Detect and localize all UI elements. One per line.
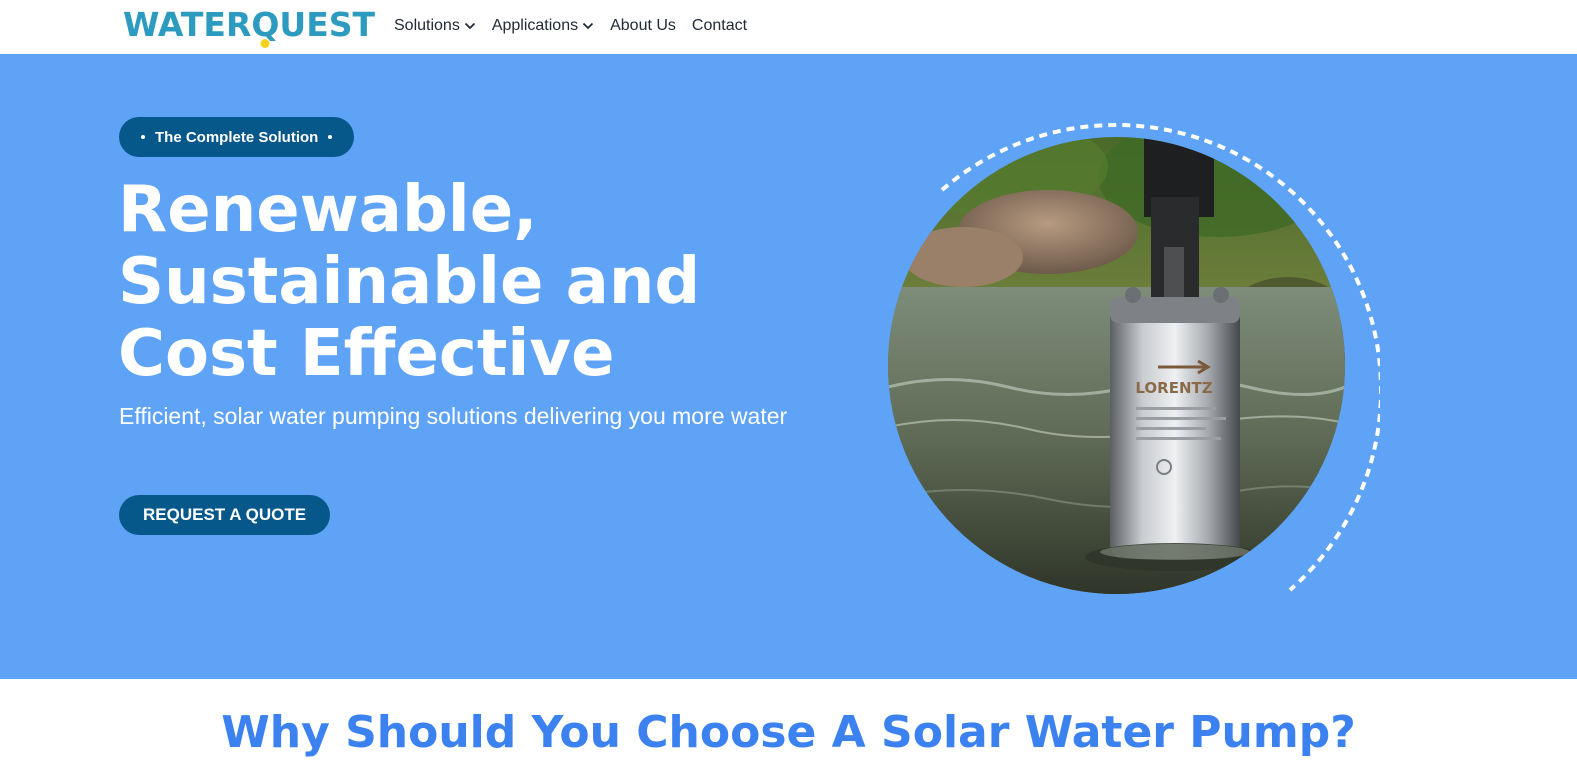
hero-headline-line: Sustainable and <box>118 245 701 319</box>
nav-item-label: Applications <box>491 17 579 34</box>
logo-water-drop-icon <box>260 38 270 48</box>
wateroquest-logo[interactable]: WATER Q UEST <box>123 4 376 48</box>
submersible-pump-photo: LORENTZ <box>888 137 1345 594</box>
chevron-down-icon <box>582 20 594 32</box>
pump-in-stream-image: LORENTZ <box>888 137 1345 594</box>
hero-visual: LORENTZ <box>880 114 1380 604</box>
request-quote-button[interactable]: REQUEST A QUOTE <box>119 495 331 535</box>
nav-item-label: Solutions <box>394 17 460 34</box>
nav-item-solutions[interactable]: Solutions <box>394 14 476 38</box>
nav-item-label: About Us <box>610 17 676 34</box>
why-solar-section: Why Should You Choose A Solar Water Pump… <box>0 679 1577 771</box>
hero-section: The Complete Solution Renewable, Sustain… <box>0 54 1577 679</box>
hero-headline: Renewable, Sustainable and Cost Effectiv… <box>118 174 818 390</box>
nav-item-about-us[interactable]: About Us <box>610 14 676 38</box>
bullet-dot-icon <box>141 135 145 139</box>
logo-q-letter: Q <box>251 5 279 48</box>
main-nav: Solutions Applications About Us Contact <box>394 14 763 38</box>
hero-headline-line: Cost Effective <box>118 317 615 391</box>
logo-text-start: WATER <box>123 4 252 44</box>
hero-badge-label: The Complete Solution <box>155 128 319 146</box>
nav-item-label: Contact <box>691 17 748 34</box>
nav-item-applications[interactable]: Applications <box>492 14 594 38</box>
hero-badge: The Complete Solution <box>119 117 355 157</box>
logo-text-end: UEST <box>279 4 376 44</box>
hero-subtitle: Efficient, solar water pumping solutions… <box>119 403 788 429</box>
nav-item-contact[interactable]: Contact <box>692 14 747 38</box>
hero-headline-line: Renewable, <box>118 173 538 247</box>
bullet-dot-icon <box>328 135 333 139</box>
why-solar-heading: Why Should You Choose A Solar Water Pump… <box>221 707 1356 758</box>
pump-brand-label: LORENTZ <box>1135 379 1212 397</box>
site-header: WATER Q UEST Solutions Applications About … <box>0 0 1577 54</box>
chevron-down-icon <box>464 20 476 32</box>
